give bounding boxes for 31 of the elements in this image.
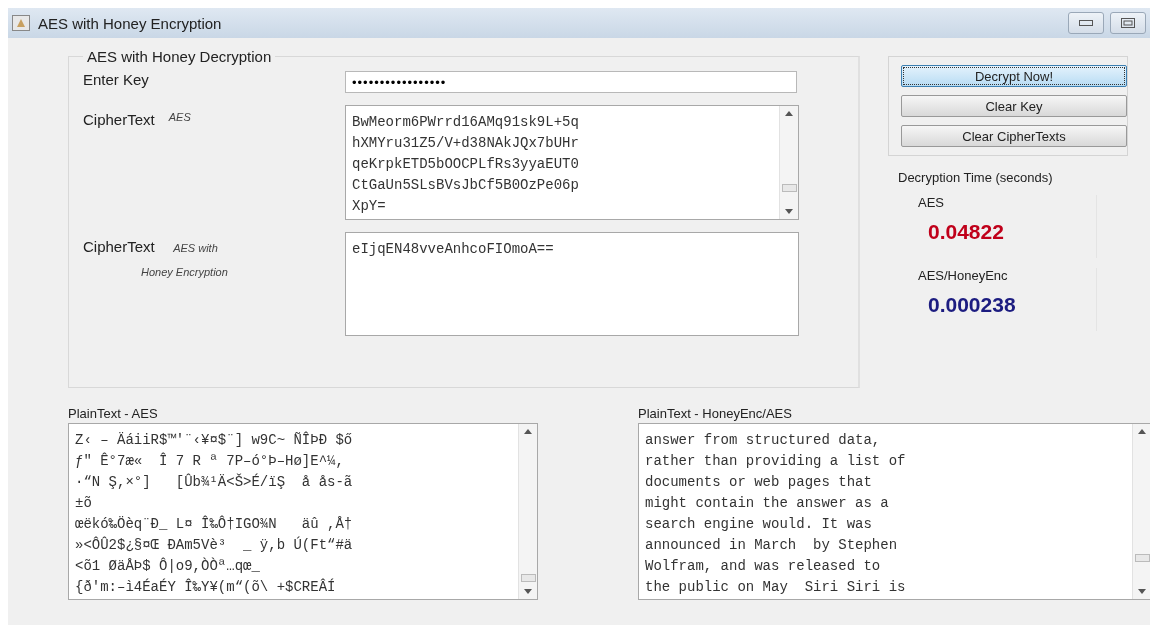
ciphertext-sublabel: Honey Encryption (141, 266, 229, 278)
timing-title: Decryption Time (seconds) (898, 170, 1054, 185)
window-title: AES with Honey Encryption (38, 14, 222, 32)
app-icon (12, 15, 30, 31)
action-button[interactable]: Clear Key (901, 95, 1127, 117)
key-label: Enter Key (83, 71, 150, 90)
timing-label: AES/HoneyEnc (918, 268, 1009, 283)
maximize-button[interactable] (1110, 12, 1146, 34)
minimize-button[interactable] (1068, 12, 1104, 34)
ciphertext-sublabel: AES with (173, 242, 218, 254)
group-title: AES with Honey Decryption (86, 48, 273, 65)
plaintext-area[interactable]: answer from structured data, rather than providing a list of documents or web pages that might contain the answer as a search engine would. It was announced in March by Stephen Wolfram, and was released to the public on May Siri Siri is (638, 423, 1150, 600)
plaintext-area[interactable]: Z‹ – ÄáiiR$™'¨‹¥¤$¨] w9C~ ÑÎÞÐ $ő ƒ" Ê°7æ« Î 7 R ª 7P–ó°Þ–Hø]E^¼, ·“N Ş,×°] [Ûb¾¹Ä<Š>É/ïŞ å ås-ã ±õ œëkó‰Öèq¨Ð_ L¤ Î‰Ô†IGO¾N äû ,Å† »<ÔÛ2$¿§¤Œ ÐAm5Vè³ _ ÿ,b Ú(Ft“#ä <õ1 ØäÅÞ$ Ô|o9,ÒÒª…qœ_ {ð'm:–ì4ÉaÉY Î‰Y¥(m“(õ\ +$CREÂÍ (68, 423, 538, 600)
action-button[interactable]: Clear CipherTexts (901, 125, 1127, 147)
plaintext-label: PlainText - AES (68, 406, 159, 421)
key-field[interactable]: ••••••••••••••••• (345, 71, 797, 93)
ciphertext-sublabel: AES (168, 111, 191, 125)
action-button[interactable]: Decrypt Now! (901, 65, 1127, 87)
timing-value: 0.04822 (928, 220, 1005, 244)
ciphertext-area[interactable]: BwMeorm6PWrrd16AMq91sk9L+5q hXMYru31Z5/V+d38NAkJQx7bUHr qeKrpkETD5bOOCPLfRs3yyaEUT0 CtGaUn5SLsBVsJbCf5B0OzPe06p XpY= (345, 105, 799, 220)
scroll-bar[interactable] (779, 106, 798, 219)
maximize-icon (1121, 18, 1135, 28)
scroll-bar[interactable] (518, 424, 537, 599)
scroll-bar[interactable] (1132, 424, 1150, 599)
ciphertext-area[interactable]: eIjqEN48vveAnhcoFIOmoA== (345, 232, 799, 336)
timing-label: AES (918, 195, 945, 210)
ciphertext-label: CipherText (83, 238, 155, 255)
timing-value: 0.000238 (928, 293, 1017, 317)
minimize-icon (1079, 20, 1093, 26)
plaintext-label: PlainText - HoneyEnc/AES (638, 406, 793, 421)
ciphertext-label: CipherText (83, 111, 155, 130)
